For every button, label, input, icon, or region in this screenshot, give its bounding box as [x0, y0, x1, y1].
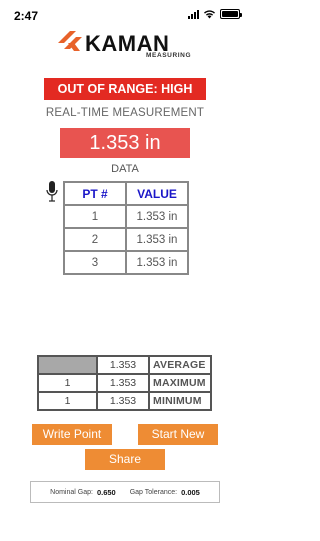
status-time: 2:47 — [14, 9, 39, 23]
column-header-value: VALUE — [126, 182, 188, 205]
current-measurement: 1.353 in — [60, 128, 190, 158]
gap-info-box: Nominal Gap: 0.650 Gap Tolerance: 0.005 — [30, 481, 220, 503]
logo-subtitle: MEASURING — [146, 52, 192, 59]
data-table-header: PT # VALUE — [64, 182, 188, 205]
wifi-icon — [204, 10, 215, 19]
microphone-icon[interactable] — [46, 180, 58, 204]
status-bar: 2:47 — [0, 0, 250, 28]
stats-pt-cell: 1 — [38, 392, 97, 410]
table-row[interactable]: 2 1.353 in — [64, 228, 188, 251]
table-row[interactable]: 3 1.353 in — [64, 251, 188, 274]
stats-row-minimum: 1 1.353 MINIMUM — [38, 392, 211, 410]
stats-pt-cell: 1 — [38, 374, 97, 392]
nominal-gap-value: 0.650 — [96, 487, 116, 497]
table-row[interactable]: 1 1.353 in — [64, 205, 188, 228]
value-cell: 1.353 in — [126, 205, 188, 228]
value-cell: 1.353 in — [126, 228, 188, 251]
realtime-label: REAL-TIME MEASUREMENT — [45, 107, 205, 119]
pt-cell: 3 — [64, 251, 126, 274]
stats-label-cell: MINIMUM — [149, 392, 211, 410]
stats-label-cell: AVERAGE — [149, 356, 211, 374]
stats-label-cell: MAXIMUM — [149, 374, 211, 392]
battery-icon — [220, 9, 242, 19]
gap-tolerance-label: Gap Tolerance: — [129, 488, 178, 496]
stats-value-cell: 1.353 — [97, 356, 149, 374]
stats-table: 1.353 AVERAGE 1 1.353 MAXIMUM 1 1.353 MI… — [37, 355, 212, 411]
status-icons — [188, 9, 242, 19]
out-of-range-banner: OUT OF RANGE: HIGH — [44, 78, 206, 100]
nominal-gap-label: Nominal Gap: — [50, 488, 93, 496]
write-point-button[interactable]: Write Point — [32, 424, 112, 445]
signal-icon — [188, 9, 199, 19]
kaman-logo-mark — [58, 31, 82, 51]
stats-value-cell: 1.353 — [97, 374, 149, 392]
data-table: PT # VALUE 1 1.353 in 2 1.353 in 3 1.353… — [63, 181, 189, 275]
data-label: DATA — [111, 163, 139, 175]
start-new-button[interactable]: Start New — [138, 424, 218, 445]
pt-cell: 1 — [64, 205, 126, 228]
stats-value-cell: 1.353 — [97, 392, 149, 410]
stats-pt-cell — [38, 356, 97, 374]
value-cell: 1.353 in — [126, 251, 188, 274]
share-button[interactable]: Share — [85, 449, 165, 470]
column-header-pt: PT # — [64, 182, 126, 205]
pt-cell: 2 — [64, 228, 126, 251]
gap-tolerance-value: 0.005 — [181, 487, 200, 497]
stats-row-maximum: 1 1.353 MAXIMUM — [38, 374, 211, 392]
stats-row-average: 1.353 AVERAGE — [38, 356, 211, 374]
kaman-logo: KAMAN MEASURING — [58, 27, 198, 63]
